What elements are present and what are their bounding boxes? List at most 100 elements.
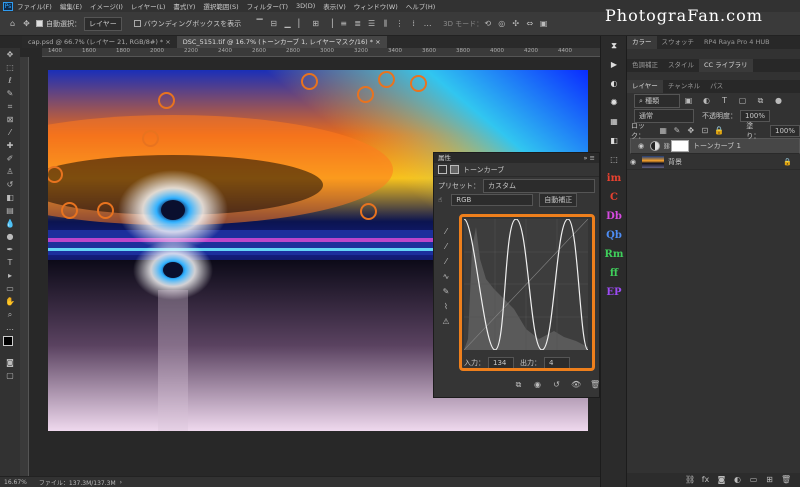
distribute-hc-icon[interactable]: ⋮ bbox=[395, 19, 404, 28]
tab-raya-pro[interactable]: RP4 Raya Pro 4 HUB bbox=[699, 36, 775, 49]
menu-layer[interactable]: レイヤー(L) bbox=[131, 1, 166, 11]
lock-artboard-icon[interactable]: ⊡ bbox=[700, 126, 709, 135]
layers-icon[interactable]: ⬚ bbox=[601, 150, 627, 169]
move-tool-icon[interactable]: ✥ bbox=[22, 19, 31, 28]
auto-select-checkbox[interactable] bbox=[36, 20, 43, 27]
stamp-tool-icon[interactable]: ♙ bbox=[0, 165, 20, 178]
blur-tool-icon[interactable]: 💧 bbox=[0, 217, 20, 230]
smooth-icon[interactable]: ⌇ bbox=[438, 300, 454, 315]
new-group-icon[interactable]: ▭ bbox=[749, 476, 758, 484]
tab-adjustments[interactable]: 色調補正 bbox=[627, 59, 663, 72]
curves-icon[interactable] bbox=[438, 165, 447, 174]
distribute-hr-icon[interactable]: ⁞ bbox=[409, 19, 418, 28]
plugin-ep-icon[interactable]: EP bbox=[601, 283, 627, 302]
menu-view[interactable]: 表示(V) bbox=[323, 1, 346, 11]
3d-rotate-icon[interactable]: ⟲ bbox=[483, 19, 492, 28]
layer-kind-dropdown[interactable]: ⌕ 種類 bbox=[634, 93, 680, 108]
link-layers-icon[interactable]: ⛓ bbox=[685, 476, 695, 484]
align-middle-icon[interactable]: ⊟ bbox=[269, 19, 278, 28]
3d-pan-icon[interactable]: ✣ bbox=[511, 19, 520, 28]
menu-type[interactable]: 書式(Y) bbox=[173, 1, 195, 11]
filter-shape-icon[interactable]: ▢ bbox=[738, 96, 747, 105]
new-adjustment-icon[interactable]: ◐ bbox=[733, 476, 742, 484]
layer-row[interactable]: ◉ ⛓ トーンカーブ 1 bbox=[630, 138, 800, 154]
marquee-tool-icon[interactable]: ⬚ bbox=[0, 61, 20, 74]
layer-name[interactable]: トーンカーブ 1 bbox=[693, 141, 741, 151]
eyedropper-white-icon[interactable]: ⁄ bbox=[438, 255, 454, 270]
filter-smart-icon[interactable]: ⧉ bbox=[756, 96, 765, 105]
tab-dsc-tif[interactable]: DSC_5151.tif @ 16.7% (トーンカーブ 1, レイヤーマスク/… bbox=[176, 36, 387, 48]
foreground-color[interactable] bbox=[3, 336, 13, 346]
more-icon[interactable]: … bbox=[423, 19, 432, 28]
align-left-icon[interactable]: ▏ bbox=[297, 19, 306, 28]
lock-pixels-icon[interactable]: ▦ bbox=[659, 126, 668, 135]
tab-styles[interactable]: スタイル bbox=[663, 59, 699, 72]
bounding-box-checkbox[interactable] bbox=[133, 20, 141, 27]
delete-layer-icon[interactable]: 🗑 bbox=[781, 476, 791, 484]
pen-tool-icon[interactable]: ✒ bbox=[0, 243, 20, 256]
more-tools-icon[interactable]: … bbox=[0, 321, 20, 334]
tab-color[interactable]: カラー bbox=[627, 36, 657, 49]
layer-row[interactable]: ◉ 背景 🔒 bbox=[627, 154, 800, 170]
distribute-icon[interactable]: ≡ bbox=[339, 19, 348, 28]
menu-window[interactable]: ウィンドウ(W) bbox=[354, 1, 398, 11]
menu-image[interactable]: イメージ(I) bbox=[90, 1, 123, 11]
shape-tool-icon[interactable]: ▭ bbox=[0, 282, 20, 295]
brush-tool-icon[interactable]: ✐ bbox=[0, 152, 20, 165]
lasso-tool-icon[interactable]: ℓ bbox=[0, 74, 20, 87]
distribute-h-icon[interactable]: ⫼ bbox=[381, 19, 390, 28]
frame-tool-icon[interactable]: ⊠ bbox=[0, 113, 20, 126]
delete-icon[interactable]: 🗑 bbox=[590, 381, 600, 389]
menu-filter[interactable]: フィルター(T) bbox=[247, 1, 288, 11]
align-top-icon[interactable]: ▔ bbox=[255, 19, 264, 28]
auto-button[interactable]: 自動補正 bbox=[539, 193, 578, 207]
target-adjust-icon[interactable]: ☝ bbox=[438, 196, 442, 204]
fill-field[interactable]: 100% bbox=[769, 124, 800, 137]
clipping-warning-icon[interactable]: ⚠ bbox=[438, 315, 454, 330]
visibility-eye-icon[interactable]: ◉ bbox=[627, 158, 639, 166]
lock-paint-icon[interactable]: ✎ bbox=[673, 126, 682, 135]
visibility-icon[interactable]: 👁 bbox=[571, 381, 581, 389]
collapse-icon[interactable]: » ≡ bbox=[584, 153, 596, 163]
3d-scale-icon[interactable]: ▣ bbox=[539, 19, 548, 28]
history-brush-icon[interactable]: ↺ bbox=[0, 178, 20, 191]
status-arrow-icon[interactable]: › bbox=[120, 479, 122, 486]
plugin-ff-icon[interactable]: ff bbox=[601, 264, 627, 283]
curve-point-icon[interactable]: ∿ bbox=[438, 270, 454, 285]
filter-type-icon[interactable]: T bbox=[720, 96, 729, 105]
menu-file[interactable]: ファイル(F) bbox=[17, 1, 52, 11]
tab-layers[interactable]: レイヤー bbox=[627, 80, 663, 93]
close-icon[interactable]: × bbox=[165, 38, 170, 46]
plugin-qb-icon[interactable]: Qb bbox=[601, 226, 627, 245]
home-icon[interactable]: ⌂ bbox=[8, 19, 17, 28]
healing-tool-icon[interactable]: ✚ bbox=[0, 139, 20, 152]
eyedropper-black-icon[interactable]: ⁄ bbox=[438, 225, 454, 240]
new-layer-icon[interactable]: ⊞ bbox=[765, 476, 774, 484]
type-tool-icon[interactable]: T bbox=[0, 256, 20, 269]
play-icon[interactable]: ▶ bbox=[601, 55, 627, 74]
plugin-c-icon[interactable]: C bbox=[601, 188, 627, 207]
visibility-eye-icon[interactable]: ◉ bbox=[635, 142, 647, 150]
add-mask-icon[interactable]: ◙ bbox=[717, 476, 726, 484]
mask-icon[interactable] bbox=[450, 165, 459, 174]
properties-icon[interactable]: ◧ bbox=[601, 131, 627, 150]
history-icon[interactable]: ⧗ bbox=[601, 36, 627, 55]
quick-mask-icon[interactable]: ◙ bbox=[0, 356, 20, 369]
quick-select-tool-icon[interactable]: ✎ bbox=[0, 87, 20, 100]
fx-icon[interactable]: fx bbox=[701, 476, 710, 484]
reset-icon[interactable]: ↺ bbox=[552, 381, 561, 389]
path-select-tool-icon[interactable]: ▸ bbox=[0, 269, 20, 282]
menu-help[interactable]: ヘルプ(H) bbox=[406, 1, 435, 11]
pencil-icon[interactable]: ✎ bbox=[438, 285, 454, 300]
plugin-db-icon[interactable]: Db bbox=[601, 207, 627, 226]
color-swatches[interactable] bbox=[0, 334, 20, 356]
tab-swatches[interactable]: スウォッチ bbox=[657, 36, 700, 49]
distribute-center-icon[interactable]: ≣ bbox=[353, 19, 362, 28]
lock-move-icon[interactable]: ✥ bbox=[686, 126, 695, 135]
layer-mask-thumbnail[interactable] bbox=[671, 140, 689, 152]
hand-tool-icon[interactable]: ✋ bbox=[0, 295, 20, 308]
clip-to-layer-icon[interactable]: ⧉ bbox=[514, 381, 523, 389]
eyedropper-tool-icon[interactable]: ⁄ bbox=[0, 126, 20, 139]
zoom-level[interactable]: 16.67% bbox=[4, 479, 27, 486]
zoom-tool-icon[interactable]: ⌕ bbox=[0, 308, 20, 321]
